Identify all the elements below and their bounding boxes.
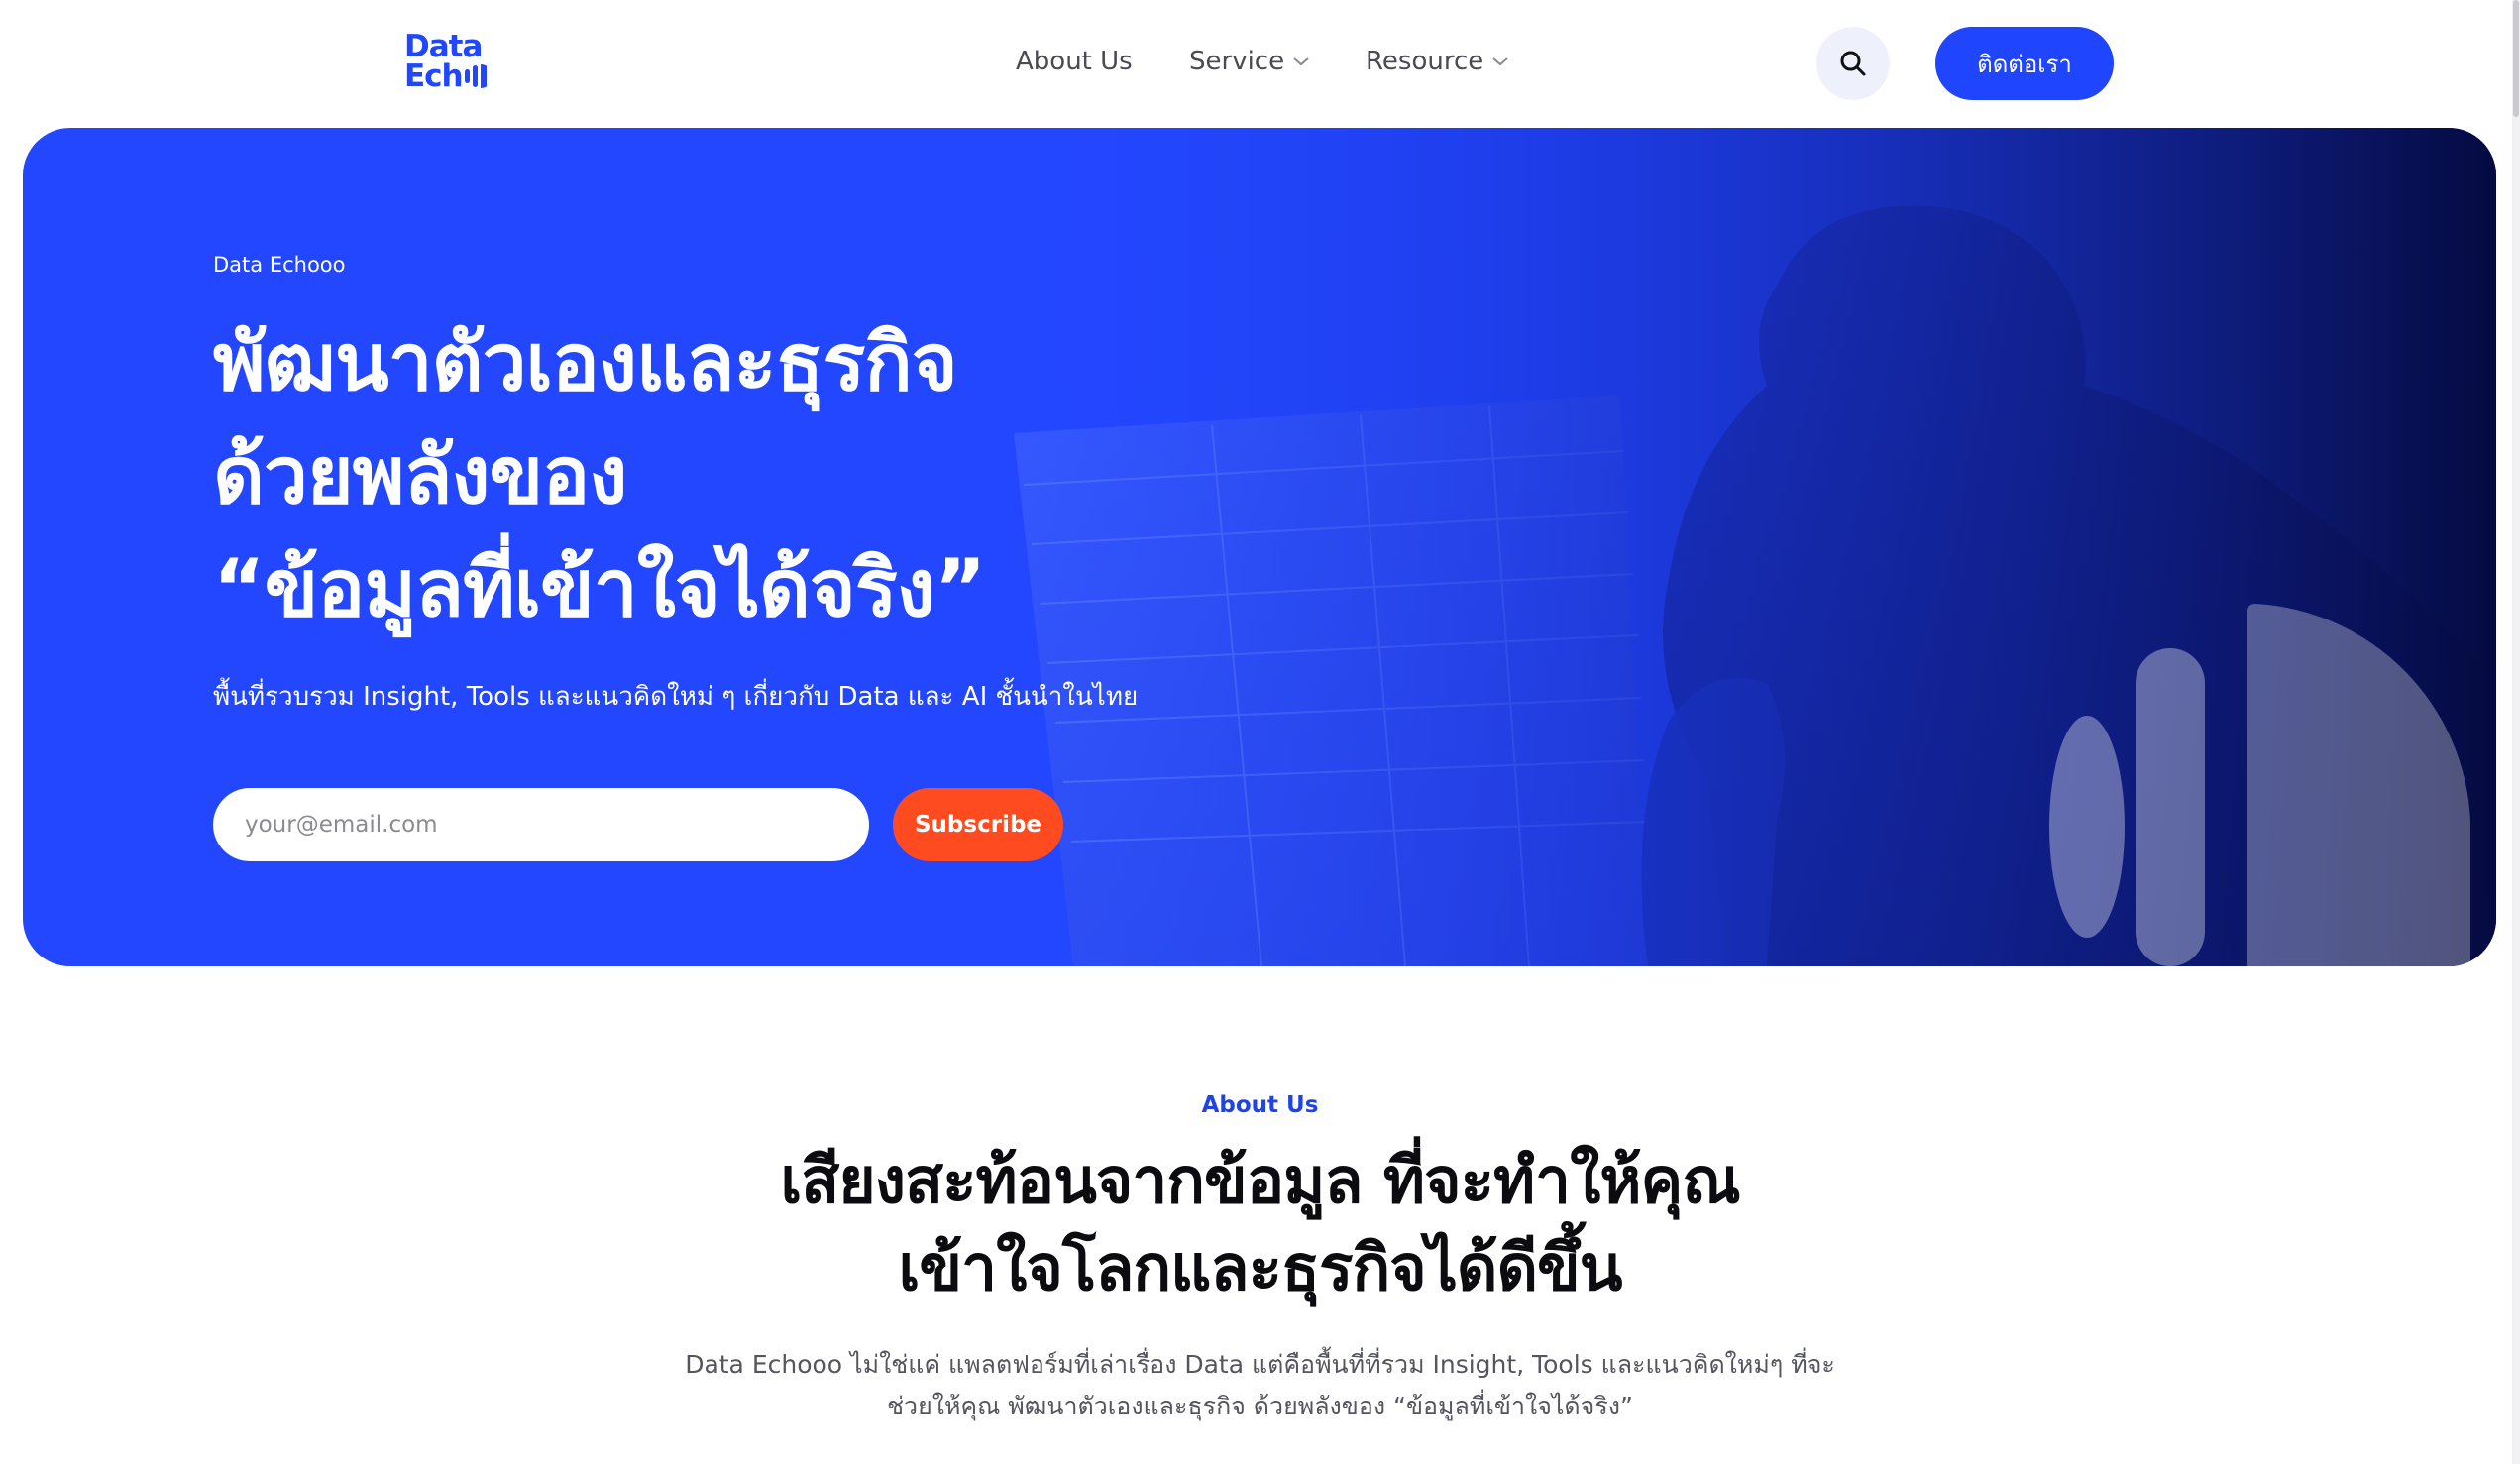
about-title-line: เข้าใจโลกและธุรกิจได้ดีขึ้น xyxy=(898,1232,1623,1305)
hero-title-line: ด้วยพลังของ xyxy=(213,429,627,521)
hero-subtitle: พื้นที่รวบรวม Insight, Tools และแนวคิดให… xyxy=(213,682,1139,712)
nav-service[interactable]: Service xyxy=(1189,44,1310,79)
hero-title-line: พัฒนาตัวเองและธุรกิจ xyxy=(213,316,958,408)
hero-banner: Data Echooo พัฒนาตัวเองและธุรกิจ ด้วยพลั… xyxy=(23,128,2496,966)
brand-logo[interactable]: Data Ech xyxy=(404,32,488,95)
nav-about-us[interactable]: About Us xyxy=(1016,44,1133,79)
nav-about-us-label: About Us xyxy=(1016,47,1133,76)
about-title-line: เสียงสะท้อนจากข้อมูล ที่จะทำให้คุณ xyxy=(780,1145,1740,1218)
search-icon xyxy=(1840,51,1866,76)
scrollbar-thumb[interactable] xyxy=(2513,0,2519,117)
logo-text-data: Data xyxy=(404,29,483,64)
about-title: เสียงสะท้อนจากข้อมูล ที่จะทำให้คุณ เข้าใ… xyxy=(0,1138,2520,1312)
logo-sound-wave-icon xyxy=(464,64,487,88)
nav-resource[interactable]: Resource xyxy=(1366,44,1509,79)
about-description: Data Echooo ไม่ใช่แค่ แพลตฟอร์มที่เล่าเร… xyxy=(0,1344,2520,1427)
hero-title: พัฒนาตัวเองและธุรกิจ ด้วยพลังของ “ข้อมูล… xyxy=(213,306,1303,645)
email-input[interactable] xyxy=(213,788,869,861)
about-description-line: ช่วยให้คุณ พัฒนาตัวเองและธุรกิจ ด้วยพลัง… xyxy=(887,1392,1633,1420)
search-button[interactable] xyxy=(1816,27,1890,100)
contact-us-button[interactable]: ติดต่อเรา xyxy=(1935,27,2114,100)
nav-resource-label: Resource xyxy=(1366,47,1484,76)
subscribe-button[interactable]: Subscribe xyxy=(893,788,1063,861)
logo-text-echo: Ech xyxy=(404,58,464,94)
chevron-down-icon xyxy=(1492,57,1508,66)
top-navbar: Data Ech About Us Service Resource ติดต่… xyxy=(0,0,2520,127)
about-eyebrow: About Us xyxy=(1201,1092,1319,1118)
nav-service-label: Service xyxy=(1189,47,1285,76)
about-description-line: Data Echooo ไม่ใช่แค่ แพลตฟอร์มที่เล่าเร… xyxy=(685,1350,1835,1379)
hero-title-line: “ข้อมูลที่เข้าใจได้จริง” xyxy=(213,542,986,634)
chevron-down-icon xyxy=(1293,57,1309,66)
hero-eyebrow: Data Echooo xyxy=(213,253,346,277)
